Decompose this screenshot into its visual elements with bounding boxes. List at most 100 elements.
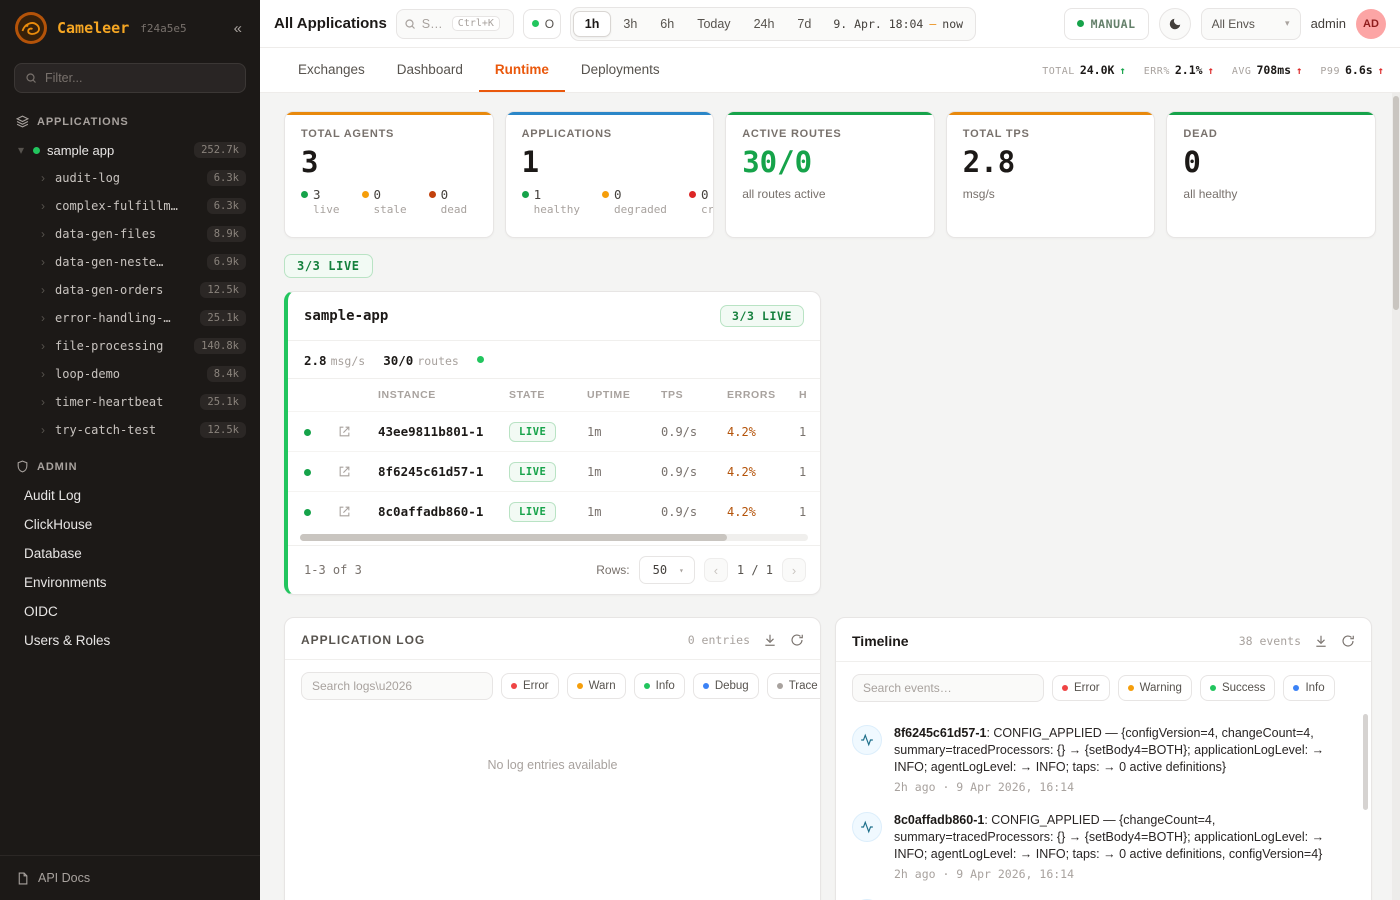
rows-label: Rows:: [596, 563, 629, 577]
tree-item-label: complex-fulfillm…: [55, 199, 178, 213]
time-range-today[interactable]: Today: [686, 12, 741, 36]
stat-label: P99: [1320, 66, 1340, 77]
filter-chip-error[interactable]: Error: [1052, 675, 1110, 701]
sidebar-item-data-gen-orders[interactable]: ›data-gen-orders12.5k: [0, 276, 260, 304]
timeline-search-input[interactable]: [852, 674, 1044, 702]
download-icon[interactable]: [1314, 634, 1328, 648]
heap-cell: 1: [799, 465, 821, 479]
sidebar-item-loop-demo[interactable]: ›loop-demo8.4k: [0, 360, 260, 388]
col-heap: H: [799, 389, 821, 401]
col-errors: ERRORS: [727, 389, 799, 401]
manual-mode-chip[interactable]: MANUAL: [1064, 8, 1149, 40]
external-link-icon[interactable]: [338, 505, 378, 518]
sidebar-item-audit-log-admin[interactable]: Audit Log: [0, 481, 260, 510]
time-range-6h[interactable]: 6h: [649, 12, 685, 36]
timeline-event[interactable]: 8c0affadb860-1: CONFIG_APPLIED — {change…: [852, 803, 1355, 890]
timeline-filter-row: Error Warning Success Info: [836, 662, 1371, 714]
filter-chip-trace[interactable]: Trace: [767, 673, 821, 699]
filter-chip-warning[interactable]: Warning: [1118, 675, 1192, 701]
timeline-scrollbar[interactable]: [1363, 714, 1368, 810]
global-search-input[interactable]: [422, 17, 446, 31]
sidebar-item-timer-heartbeat[interactable]: ›timer-heartbeat25.1k: [0, 388, 260, 416]
rows-per-page-value: 50: [653, 563, 667, 577]
sidebar-item-database[interactable]: Database: [0, 539, 260, 568]
sidebar-item-oidc[interactable]: OIDC: [0, 597, 260, 626]
time-range-24h[interactable]: 24h: [743, 12, 786, 36]
tab-deployments[interactable]: Deployments: [565, 48, 676, 92]
env-select[interactable]: All Envs ▾: [1201, 8, 1301, 40]
sidebar-item-complex-fulfillment[interactable]: ›complex-fulfillm…6.3k: [0, 192, 260, 220]
moon-icon: [1168, 17, 1182, 31]
api-docs-link[interactable]: API Docs: [0, 855, 260, 900]
online-status-chip[interactable]: O: [523, 9, 561, 39]
log-panel-header: APPLICATION LOG 0 entries: [285, 618, 820, 660]
avatar[interactable]: AD: [1356, 9, 1386, 39]
sidebar-item-try-catch-test[interactable]: ›try-catch-test12.5k: [0, 416, 260, 444]
global-search[interactable]: Ctrl+K: [396, 9, 514, 39]
sidebar-item-sample-app[interactable]: ▾ sample app 252.7k: [0, 136, 260, 164]
sidebar-item-data-gen-nested[interactable]: ›data-gen-neste…6.9k: [0, 248, 260, 276]
timeline-event[interactable]: 8f6245c61d57-1: CONFIG_APPLIED — {config…: [852, 716, 1355, 803]
sidebar-filter-input[interactable]: [45, 71, 235, 85]
application-card: sample-app 3/3 LIVE 2.8msg/s 30/0routes …: [284, 291, 821, 595]
healthy-dot: [522, 191, 529, 198]
external-link-icon[interactable]: [338, 425, 378, 438]
refresh-icon[interactable]: [790, 633, 804, 647]
time-range-7d[interactable]: 7d: [786, 12, 822, 36]
filter-chip-success[interactable]: Success: [1200, 675, 1275, 701]
time-range-3h[interactable]: 3h: [612, 12, 648, 36]
activity-pulse-icon: [852, 725, 882, 755]
horizontal-scrollbar[interactable]: [300, 534, 808, 541]
tab-exchanges[interactable]: Exchanges: [282, 48, 381, 92]
sidebar-item-audit-log[interactable]: ›audit-log6.3k: [0, 164, 260, 192]
scrollbar-thumb[interactable]: [300, 534, 727, 541]
table-row[interactable]: 8c0affadb860-1 LIVE 1m 0.9/s 4.2% 1: [288, 491, 820, 531]
sidebar-item-users-roles[interactable]: Users & Roles: [0, 626, 260, 655]
log-search-input[interactable]: [301, 672, 493, 700]
rows-per-page-select[interactable]: 50 ▾: [639, 556, 695, 584]
filter-chip-debug[interactable]: Debug: [693, 673, 759, 699]
sidebar-item-clickhouse[interactable]: ClickHouse: [0, 510, 260, 539]
card-applications: APPLICATIONS 1 1healthy 0degraded 0criti: [505, 111, 715, 238]
application-log-panel: APPLICATION LOG 0 entries Error Warn Inf…: [284, 617, 821, 900]
sidebar-filter[interactable]: [14, 63, 246, 93]
table-row[interactable]: 43ee9811b801-1 LIVE 1m 0.9/s 4.2% 1: [288, 411, 820, 451]
filter-chip-warn[interactable]: Warn: [567, 673, 626, 699]
sidebar-item-file-processing[interactable]: ›file-processing140.8k: [0, 332, 260, 360]
col-instance: INSTANCE: [378, 389, 509, 401]
prev-page-button[interactable]: ‹: [704, 558, 728, 582]
dark-mode-toggle[interactable]: [1159, 8, 1191, 40]
next-page-button[interactable]: ›: [782, 558, 806, 582]
sidebar-item-data-gen-files[interactable]: ›data-gen-files8.9k: [0, 220, 260, 248]
shield-icon: [16, 460, 29, 473]
app-name: Cameleer: [57, 19, 129, 37]
date-range-display[interactable]: 9. Apr. 18:04 — now: [823, 17, 973, 31]
timeline-panel: Timeline 38 events Error Warning Success…: [835, 617, 1372, 900]
filter-chip-error[interactable]: Error: [501, 673, 559, 699]
page-scrollbar-thumb[interactable]: [1393, 96, 1399, 310]
log-panel-actions: 0 entries: [688, 633, 804, 647]
count-badge: 8.4k: [207, 366, 246, 382]
tab-dashboard[interactable]: Dashboard: [381, 48, 479, 92]
refresh-icon[interactable]: [1341, 634, 1355, 648]
page-scrollbar[interactable]: [1392, 93, 1400, 900]
time-range-1h[interactable]: 1h: [573, 11, 612, 37]
app-root: Cameleer f24a5e5 « APPLICATIONS ▾ sample…: [0, 0, 1400, 900]
sidebar-item-error-handling[interactable]: ›error-handling-…25.1k: [0, 304, 260, 332]
breakdown-live: 3live: [301, 187, 340, 216]
timeline-event[interactable]: 43ee9811b801-1: CONFIG_APPLIED — {change…: [852, 890, 1355, 900]
debug-dot: [703, 683, 709, 689]
trend-up-icon: ↑: [1119, 65, 1125, 77]
sidebar-collapse-icon[interactable]: «: [228, 18, 248, 39]
search-icon: [25, 72, 37, 84]
sidebar-item-environments[interactable]: Environments: [0, 568, 260, 597]
tab-runtime[interactable]: Runtime: [479, 48, 565, 92]
table-row[interactable]: 8f6245c61d57-1 LIVE 1m 0.9/s 4.2% 1: [288, 451, 820, 491]
filter-chip-info[interactable]: Info: [634, 673, 685, 699]
count-badge: 140.8k: [194, 338, 246, 354]
filter-chip-info[interactable]: Info: [1283, 675, 1334, 701]
instance-id: 43ee9811b801-1: [378, 424, 509, 439]
download-icon[interactable]: [763, 633, 777, 647]
external-link-icon[interactable]: [338, 465, 378, 478]
routes-value: 30/0: [383, 353, 413, 368]
